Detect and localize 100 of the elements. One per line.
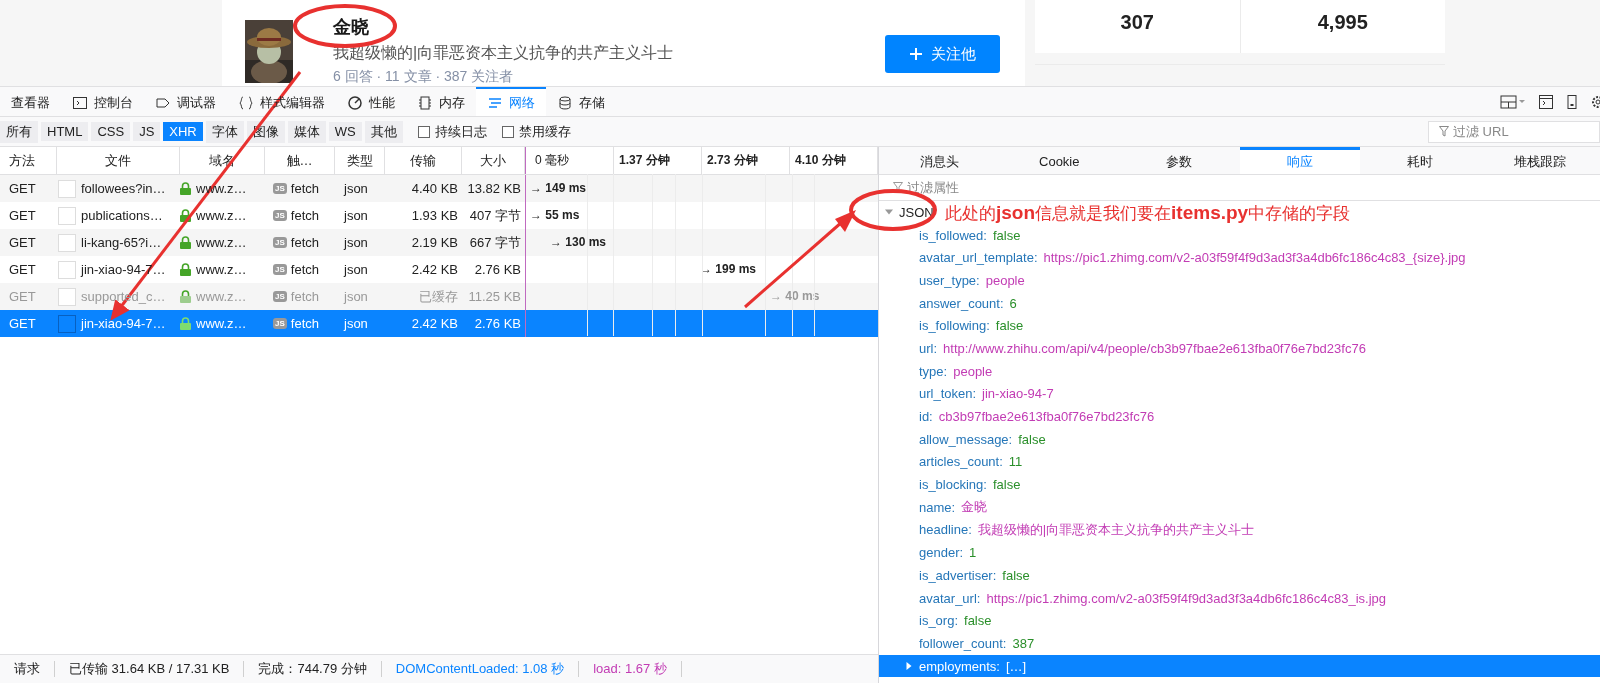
console-icon[interactable] xyxy=(1538,93,1554,110)
filter-button[interactable]: XHR xyxy=(163,122,203,141)
column-header[interactable]: 文件 xyxy=(57,147,180,174)
filter-url-field[interactable]: 过滤 URL xyxy=(1428,120,1600,143)
panel-tab[interactable]: 响应 xyxy=(1239,147,1360,174)
json-value: people xyxy=(985,272,1025,288)
request-row[interactable]: GET li-kang-65?i… www.z… JS fetch json 2.19 KB 667 字节 → 130 ms xyxy=(0,229,878,256)
lock-icon xyxy=(180,209,191,222)
tree-row[interactable]: is_org: false xyxy=(879,609,1600,633)
annotation-note: 此处的json信息就是我们要在items.py中存储的字段 xyxy=(945,202,1351,225)
filter-button[interactable]: 媒体 xyxy=(287,120,326,143)
tree-row[interactable]: url_token: jin-xiao-94-7 xyxy=(879,382,1600,406)
timeline-tick: 0 毫秒 xyxy=(526,147,614,174)
tree-row[interactable]: is_blocking: false xyxy=(879,473,1600,496)
filter-button[interactable]: 字体 xyxy=(205,120,244,143)
json-value: http://www.zhihu.com/api/v4/people/cb3b97fbae2e613fba0f76e7bd23fc76 xyxy=(943,340,1366,356)
json-key: url: xyxy=(919,340,938,356)
timing-label: → 199 ms xyxy=(700,262,757,276)
panel-tab[interactable]: Cookie xyxy=(999,147,1120,174)
tree-row[interactable]: allow_message: false xyxy=(879,427,1600,451)
collapsed-triangle-icon[interactable] xyxy=(905,662,913,671)
table-cell: fetch xyxy=(290,262,319,277)
column-header[interactable]: 大小 xyxy=(462,147,525,174)
tree-row[interactable]: headline: 我超级懒的|向罪恶资本主义抗争的共产主义斗士 xyxy=(879,518,1600,542)
follow-button[interactable]: 关注他 xyxy=(885,35,1000,73)
json-key: is_advertiser: xyxy=(919,567,997,583)
js-badge: JS xyxy=(273,183,287,194)
panel-tab[interactable]: 堆栈跟踪 xyxy=(1479,147,1600,174)
table-cell: fetch xyxy=(290,181,319,196)
checkbox[interactable] xyxy=(417,125,430,138)
tree-row[interactable]: articles_count: 11 xyxy=(879,450,1600,474)
table-cell: www.z… xyxy=(196,235,247,250)
table-cell: www.z… xyxy=(196,289,247,304)
devtools-tab[interactable]: 网络 xyxy=(476,87,546,116)
json-key: employments: xyxy=(919,658,1000,674)
tree-row[interactable]: follower_count: 387 xyxy=(879,632,1600,655)
table-cell: GET xyxy=(9,316,36,331)
filter-button[interactable]: HTML xyxy=(41,122,89,141)
json-value: 我超级懒的|向罪恶资本主义抗争的共产主义斗士 xyxy=(977,520,1255,539)
devtools-tab[interactable]: 控制台 xyxy=(61,87,144,116)
json-key: gender: xyxy=(919,545,964,561)
column-header[interactable]: 传输 xyxy=(385,147,462,174)
chip-icon xyxy=(417,94,433,111)
tree-row[interactable]: is_advertiser: false xyxy=(879,564,1600,587)
devtools-tab[interactable]: 性能 xyxy=(336,87,406,116)
request-row[interactable]: GET jin-xiao-94-7… www.z… JS fetch json 2.42 KB 2.76 KB xyxy=(0,310,878,337)
panel-tab[interactable]: 消息头 xyxy=(879,147,1000,174)
json-key: name: xyxy=(919,499,956,515)
console-icon xyxy=(72,94,88,111)
devtools-tab[interactable]: 存储 xyxy=(546,87,616,116)
json-value: false xyxy=(964,613,992,629)
json-value: false xyxy=(1002,567,1030,583)
checkbox[interactable] xyxy=(501,125,514,138)
user-name: 金晓 xyxy=(333,16,370,38)
js-badge: JS xyxy=(273,237,287,248)
tree-row[interactable]: employments: […] xyxy=(879,654,1600,678)
tree-row[interactable]: url: http://www.zhihu.com/api/v4/people/cb3b97fbae2e613fba0f76e7bd23fc76 xyxy=(879,337,1600,360)
devtools-tab[interactable]: 内存 xyxy=(406,87,476,116)
layout-icon[interactable] xyxy=(1500,93,1526,110)
panel-tab[interactable]: 参数 xyxy=(1119,147,1240,174)
thumbnail-icon xyxy=(58,233,76,252)
timing-label: → 149 ms xyxy=(530,181,587,195)
tree-row[interactable]: is_following: false xyxy=(879,314,1600,338)
tree-row[interactable]: user_type: people xyxy=(879,269,1600,292)
tree-row[interactable]: name: 金晓 xyxy=(879,495,1600,519)
table-cell: GET xyxy=(9,208,36,223)
column-header[interactable]: 类型 xyxy=(335,147,385,174)
tree-row[interactable]: gender: 1 xyxy=(879,541,1600,564)
filter-button[interactable]: 其他 xyxy=(364,120,403,143)
filter-button[interactable]: JS xyxy=(133,122,161,141)
phone-icon[interactable] xyxy=(1566,93,1578,110)
filter-button[interactable]: 所有 xyxy=(0,120,38,143)
json-key: is_following: xyxy=(919,318,990,334)
json-key: is_blocking: xyxy=(919,477,987,493)
table-cell: json xyxy=(344,262,368,277)
table-cell: www.z… xyxy=(196,262,247,277)
expanded-triangle-icon[interactable] xyxy=(885,208,893,217)
tree-row[interactable]: id: cb3b97fbae2e613fba0f76e7bd23fc76 xyxy=(879,405,1600,428)
json-value: 6 xyxy=(1009,295,1017,311)
devtools-tab[interactable]: 调试器 xyxy=(144,87,227,116)
table-cell: followees?in… xyxy=(81,181,166,196)
timing-label: → 55 ms xyxy=(530,208,580,222)
filter-button[interactable]: WS xyxy=(328,122,362,141)
tree-row[interactable]: answer_count: 6 xyxy=(879,291,1600,315)
panel-tab[interactable]: 耗时 xyxy=(1359,147,1480,174)
column-header[interactable]: 域名 xyxy=(180,147,265,174)
column-header[interactable]: 方法 xyxy=(0,147,57,174)
tree-row[interactable]: is_followed: false xyxy=(879,223,1600,247)
json-value: cb3b97fbae2e613fba0f76e7bd23fc76 xyxy=(938,409,1155,425)
devtools-tab[interactable]: 查看器 xyxy=(0,87,61,116)
filter-button[interactable]: CSS xyxy=(91,122,131,141)
tree-row[interactable]: avatar_url_template: https://pic1.zhimg.com/v2-a03f59f4f9d3ad3f3a4db6fc186c4c83_{size}.jpg xyxy=(879,246,1600,270)
json-value: 11 xyxy=(1008,454,1023,470)
column-header[interactable]: 触… xyxy=(265,147,335,174)
tree-row[interactable]: avatar_url: https://pic1.zhimg.com/v2-a03f59f4f9d3ad3f3a4db6fc186c4c83_is.jpg xyxy=(879,586,1600,610)
settings-icon[interactable] xyxy=(1590,93,1600,110)
thumbnail-icon xyxy=(58,206,76,225)
tree-row[interactable]: type: people xyxy=(879,359,1600,383)
json-key: is_org: xyxy=(919,613,959,629)
status-text: load: 1.67 秒 xyxy=(579,661,682,677)
